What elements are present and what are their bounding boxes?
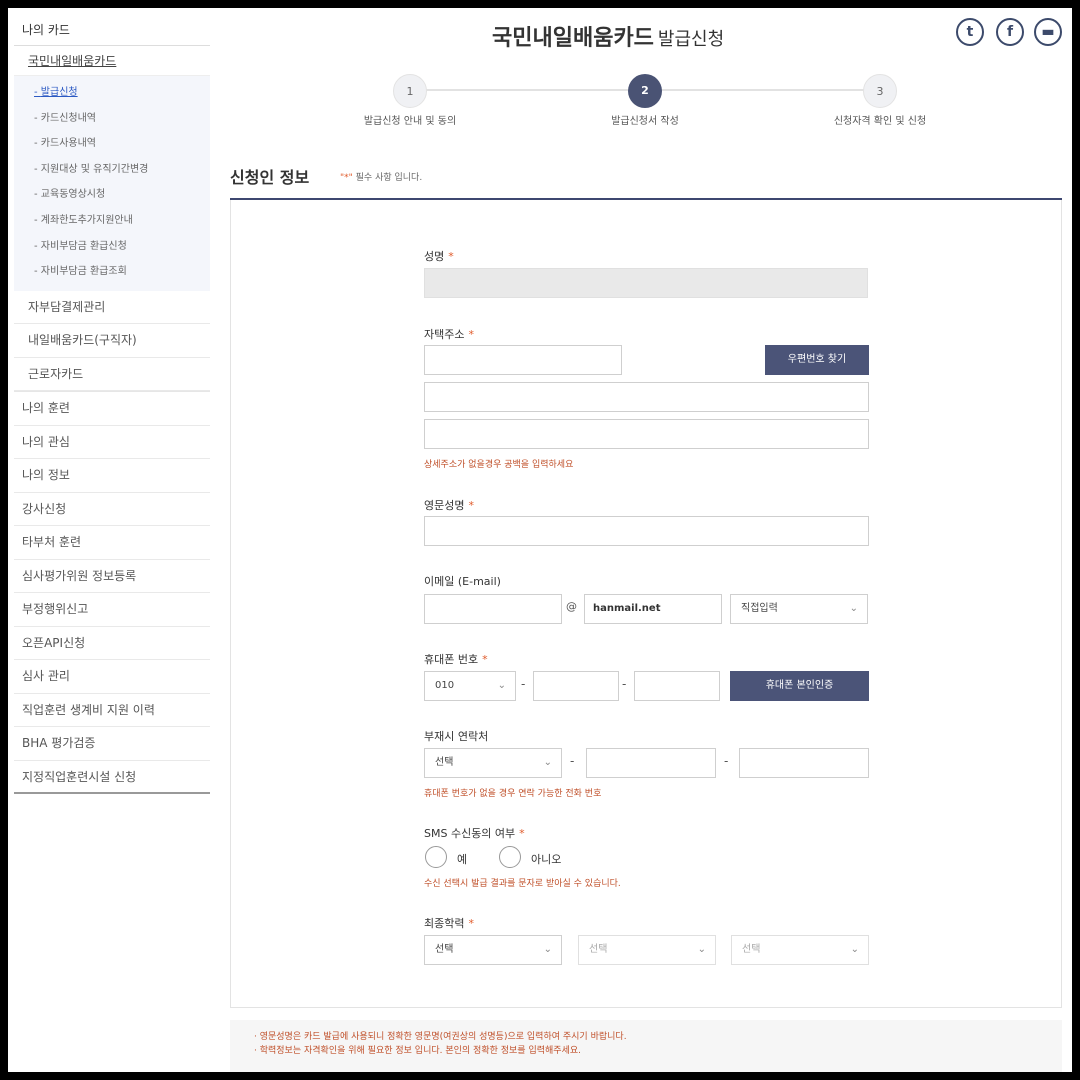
absent-prefix-select[interactable]: 선택 ⌄ <box>424 748 562 778</box>
sidebar-item-openapi[interactable]: 오픈API신청 <box>14 627 210 661</box>
absent-mid-field[interactable] <box>586 748 716 778</box>
address-label: 자택주소 * <box>424 328 474 341</box>
note-education: · 학력정보는 자격확인을 위해 필요한 정보 입니다. 본인의 정확한 정보를… <box>254 1046 581 1056</box>
facebook-icon[interactable]: f <box>996 18 1024 46</box>
sidebar-leaf-history[interactable]: - 카드신청내역 <box>14 106 210 132</box>
mobile-prefix-select[interactable]: 010 ⌄ <box>424 671 516 701</box>
email-at: @ <box>566 600 577 613</box>
required-note: "*" 필수 사항 입니다. <box>340 170 422 183</box>
sms-hint: 수신 선택시 발급 결과를 문자로 받아실 수 있습니다. <box>424 879 621 889</box>
sidebar-item-bha[interactable]: BHA 평가검증 <box>14 727 210 761</box>
page-title: 국민내일배움카드 발급신청 <box>492 20 724 52</box>
sidebar-leaves: - 발급신청 - 카드신청내역 - 카드사용내역 - 지원대상 및 유직기간변경… <box>14 76 210 291</box>
address-hint: 상세주소가 없을경우 공백을 입력하세요 <box>424 460 574 470</box>
email-id-field[interactable] <box>424 594 562 624</box>
absent-dash-2: - <box>724 754 729 768</box>
sidebar-leaf-refund-view[interactable]: - 자비부담금 환급조회 <box>14 259 210 285</box>
mobile-verify-button[interactable]: 휴대폰 본인인증 <box>730 671 869 701</box>
education-select-1[interactable]: 선택 ⌄ <box>424 935 562 965</box>
sidebar-item-facility[interactable]: 지정직업훈련시설 신청 <box>14 761 210 795</box>
sidebar-group-card: 국민내일배움카드 - 발급신청 - 카드신청내역 - 카드사용내역 - 지원대상… <box>14 46 210 393</box>
chevron-down-icon: ⌄ <box>543 757 552 768</box>
education-select-3[interactable]: 선택 ⌄ <box>731 935 869 965</box>
step-3-label: 신청자격 확인 및 신청 <box>833 116 927 127</box>
chevron-down-icon: ⌄ <box>849 603 858 614</box>
sidebar-leaf-apply[interactable]: - 발급신청 <box>14 80 210 106</box>
sidebar: 나의 카드 국민내일배움카드 - 발급신청 - 카드신청내역 - 카드사용내역 … <box>14 14 210 795</box>
email-label: 이메일 (E-mail) <box>424 575 501 588</box>
sidebar-sub-worker[interactable]: 근로자카드 <box>14 358 210 392</box>
sms-no-label: 아니오 <box>531 853 562 866</box>
section-title: 신청인 정보 <box>230 168 310 187</box>
mobile-mid-field[interactable] <box>533 671 619 701</box>
name-label: 성명 * <box>424 250 454 263</box>
address-line1-field[interactable] <box>424 382 869 412</box>
eng-name-label: 영문성명 * <box>424 499 474 512</box>
sidebar-leaf-change[interactable]: - 지원대상 및 유직기간변경 <box>14 157 210 183</box>
page-title-sub: 발급신청 <box>657 29 725 50</box>
mobile-last-field[interactable] <box>634 671 720 701</box>
sidebar-item-evaluator[interactable]: 심사평가위원 정보등록 <box>14 560 210 594</box>
sidebar-sub-jobseeker[interactable]: 내일배움카드(구직자) <box>14 324 210 358</box>
sidebar-item-living-cost[interactable]: 직업훈련 생계비 지원 이력 <box>14 694 210 728</box>
sidebar-item-training[interactable]: 나의 훈련 <box>14 392 210 426</box>
education-label: 최종학력 * <box>424 917 474 930</box>
sidebar-item-info[interactable]: 나의 정보 <box>14 459 210 493</box>
page-title-main: 국민내일배움카드 <box>492 26 654 51</box>
sms-no-radio[interactable] <box>499 846 521 868</box>
absent-contact-label: 부재시 연락처 <box>424 730 489 743</box>
address-line2-field[interactable] <box>424 419 869 449</box>
share-icon[interactable]: ▬ <box>1034 18 1062 46</box>
mobile-dash-2: - <box>622 677 627 691</box>
sidebar-item-review[interactable]: 심사 관리 <box>14 660 210 694</box>
sms-yes-radio[interactable] <box>425 846 447 868</box>
zipcode-field[interactable] <box>424 345 622 375</box>
required-note-text: 필수 사항 입니다. <box>352 173 423 183</box>
absent-hint: 휴대폰 번호가 없을 경우 연락 가능한 전화 번호 <box>424 789 602 799</box>
page-frame: 나의 카드 국민내일배움카드 - 발급신청 - 카드신청내역 - 카드사용내역 … <box>8 8 1072 1072</box>
step-2-label: 발급신청서 작성 <box>611 116 679 127</box>
sidebar-leaf-limit[interactable]: - 계좌한도추가지원안내 <box>14 208 210 234</box>
chevron-down-icon: ⌄ <box>697 944 706 955</box>
twitter-icon[interactable]: t <box>956 18 984 46</box>
step-3-circle: 3 <box>863 74 897 108</box>
zipcode-search-button[interactable]: 우편번호 찾기 <box>765 345 869 375</box>
required-star: "*" <box>340 173 353 183</box>
mobile-label: 휴대폰 번호 * <box>424 653 488 666</box>
step-2-circle: 2 <box>628 74 662 108</box>
note-eng-name: · 영문성명은 카드 발급에 사용되니 정확한 영문명(여권상의 성명등)으로 … <box>254 1032 627 1042</box>
absent-last-field[interactable] <box>739 748 869 778</box>
mobile-dash-1: - <box>521 677 526 691</box>
sidebar-item-other-ministry[interactable]: 타부처 훈련 <box>14 526 210 560</box>
name-field <box>424 268 868 298</box>
sidebar-leaf-video[interactable]: - 교육동영상시청 <box>14 182 210 208</box>
sidebar-item-interest[interactable]: 나의 관심 <box>14 426 210 460</box>
sidebar-sub-national-card[interactable]: 국민내일배움카드 <box>14 46 210 76</box>
chevron-down-icon: ⌄ <box>850 944 859 955</box>
email-domain-select[interactable]: 직접입력 ⌄ <box>730 594 868 624</box>
chevron-down-icon: ⌄ <box>543 944 552 955</box>
bottom-notes: · 영문성명은 카드 발급에 사용되니 정확한 영문명(여권상의 성명등)으로 … <box>230 1020 1062 1072</box>
chevron-down-icon: ⌄ <box>497 680 506 691</box>
absent-dash-1: - <box>570 754 575 768</box>
sidebar-leaf-refund-apply[interactable]: - 자비부담금 환급신청 <box>14 234 210 260</box>
sidebar-top-my-card[interactable]: 나의 카드 <box>14 14 210 46</box>
education-select-2[interactable]: 선택 ⌄ <box>578 935 716 965</box>
sidebar-sub-self-pay[interactable]: 자부담결제관리 <box>14 291 210 325</box>
sms-yes-label: 예 <box>457 853 468 866</box>
sidebar-item-fraud[interactable]: 부정행위신고 <box>14 593 210 627</box>
sidebar-item-instructor[interactable]: 강사신청 <box>14 493 210 527</box>
sms-label: SMS 수신동의 여부 * <box>424 827 525 840</box>
step-1-circle: 1 <box>393 74 427 108</box>
eng-name-field[interactable] <box>424 516 869 546</box>
step-1-label: 발급신청 안내 및 동의 <box>363 116 457 127</box>
email-domain-field[interactable]: hanmail.net <box>584 594 722 624</box>
sidebar-leaf-usage[interactable]: - 카드사용내역 <box>14 131 210 157</box>
